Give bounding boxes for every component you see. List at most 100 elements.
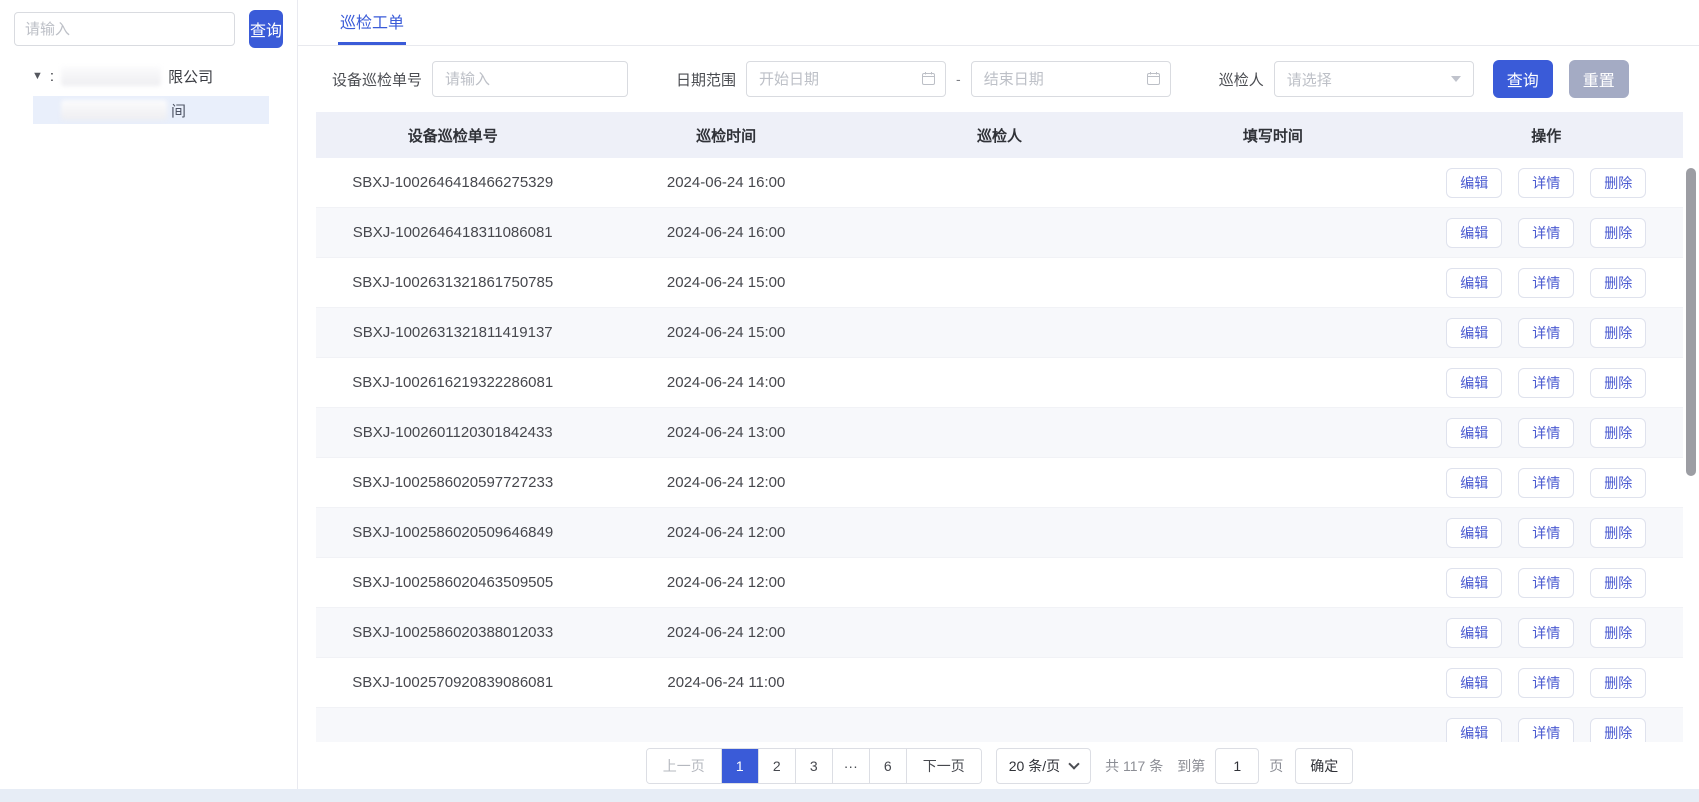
start-date-field xyxy=(746,61,946,97)
start-date-input[interactable] xyxy=(746,61,946,97)
inspection-table: 设备巡检单号 巡检时间 巡检人 填写时间 操作 SBXJ-10026464184… xyxy=(316,112,1683,784)
edit-button[interactable]: 编辑 xyxy=(1446,218,1502,248)
prev-page-button[interactable]: 上一页 xyxy=(647,749,722,783)
total-count-label: 共 117 条 xyxy=(1105,756,1163,776)
edit-button[interactable]: 编辑 xyxy=(1446,368,1502,398)
page-button-2[interactable]: 2 xyxy=(759,749,796,783)
chevron-down-icon xyxy=(1451,76,1461,82)
detail-button[interactable]: 详情 xyxy=(1518,168,1574,198)
edit-button[interactable]: 编辑 xyxy=(1446,468,1502,498)
tree-node-workshop-selected[interactable]: 间 xyxy=(33,96,269,124)
delete-button[interactable]: 删除 xyxy=(1590,618,1646,648)
detail-button[interactable]: 详情 xyxy=(1518,668,1574,698)
delete-button[interactable]: 删除 xyxy=(1590,418,1646,448)
filter-search-button[interactable]: 查询 xyxy=(1493,60,1553,98)
inspector-select-placeholder: 请选择 xyxy=(1287,69,1332,90)
cell-order-no: SBXJ-1002646418466275329 xyxy=(316,174,589,191)
table-row-partial: 编辑 详情 删除 xyxy=(316,708,1683,742)
cell-actions: 编辑 详情 删除 xyxy=(1410,718,1683,742)
goto-confirm-button[interactable]: 确定 xyxy=(1295,748,1353,784)
detail-button[interactable]: 详情 xyxy=(1518,318,1574,348)
col-header-fill-time: 填写时间 xyxy=(1136,125,1409,146)
cell-inspect-time: 2024-06-24 16:00 xyxy=(589,224,862,241)
detail-button[interactable]: 详情 xyxy=(1518,718,1574,742)
detail-button[interactable]: 详情 xyxy=(1518,218,1574,248)
edit-button[interactable]: 编辑 xyxy=(1446,318,1502,348)
edit-button[interactable]: 编辑 xyxy=(1446,668,1502,698)
col-header-actions: 操作 xyxy=(1410,125,1683,146)
page-button-1[interactable]: 1 xyxy=(722,749,759,783)
cell-inspect-time: 2024-06-24 11:00 xyxy=(589,674,862,691)
col-header-inspector: 巡检人 xyxy=(863,125,1136,146)
delete-button[interactable]: 删除 xyxy=(1590,168,1646,198)
edit-button[interactable]: 编辑 xyxy=(1446,168,1502,198)
delete-button[interactable]: 删除 xyxy=(1590,518,1646,548)
sidebar: 查询 ▼ : 限公司 间 xyxy=(0,0,298,789)
cell-actions: 编辑详情删除 xyxy=(1410,418,1683,448)
tree-node-company[interactable]: ▼ : 限公司 xyxy=(0,62,297,90)
inspector-label: 巡检人 xyxy=(1219,69,1264,90)
order-no-input[interactable] xyxy=(432,61,628,97)
goto-page-input[interactable] xyxy=(1215,748,1259,784)
table-row: SBXJ-10025860204635095052024-06-24 12:00… xyxy=(316,558,1683,608)
vertical-scrollbar[interactable] xyxy=(1686,168,1696,476)
detail-button[interactable]: 详情 xyxy=(1518,418,1574,448)
table-body: SBXJ-10026464184662753292024-06-24 16:00… xyxy=(316,158,1683,708)
delete-button[interactable]: 删除 xyxy=(1590,368,1646,398)
delete-button[interactable]: 删除 xyxy=(1590,668,1646,698)
edit-button[interactable]: 编辑 xyxy=(1446,518,1502,548)
page-ellipsis[interactable]: ··· xyxy=(833,749,870,783)
delete-button[interactable]: 删除 xyxy=(1590,568,1646,598)
cell-order-no: SBXJ-1002586020388012033 xyxy=(316,624,589,641)
edit-button[interactable]: 编辑 xyxy=(1446,568,1502,598)
delete-button[interactable]: 删除 xyxy=(1590,218,1646,248)
detail-button[interactable]: 详情 xyxy=(1518,368,1574,398)
delete-button[interactable]: 删除 xyxy=(1590,318,1646,348)
tree-expand-icon[interactable]: ▼ xyxy=(32,70,43,82)
page-button-3[interactable]: 3 xyxy=(796,749,833,783)
order-no-label: 设备巡检单号 xyxy=(332,69,422,90)
tree-node-prefix: : xyxy=(50,68,54,85)
detail-button[interactable]: 详情 xyxy=(1518,568,1574,598)
filter-reset-button[interactable]: 重置 xyxy=(1569,60,1629,98)
cell-order-no: SBXJ-1002616219322286081 xyxy=(316,374,589,391)
inspector-select[interactable]: 请选择 xyxy=(1274,61,1474,97)
cell-inspect-time: 2024-06-24 12:00 xyxy=(589,524,862,541)
tab-inspection-orders[interactable]: 巡检工单 xyxy=(338,0,406,45)
table-row: SBXJ-10025709208390860812024-06-24 11:00… xyxy=(316,658,1683,708)
page-button-6[interactable]: 6 xyxy=(870,749,907,783)
main-content: 巡检工单 设备巡检单号 日期范围 - xyxy=(298,0,1699,789)
cell-order-no: SBXJ-1002586020509646849 xyxy=(316,524,589,541)
cell-order-no: SBXJ-1002631321811419137 xyxy=(316,324,589,341)
tree-node-label: 间 xyxy=(171,100,186,121)
delete-button[interactable]: 删除 xyxy=(1590,468,1646,498)
cell-actions: 编辑详情删除 xyxy=(1410,368,1683,398)
cell-actions: 编辑详情删除 xyxy=(1410,168,1683,198)
delete-button[interactable]: 删除 xyxy=(1590,718,1646,742)
cell-actions: 编辑详情删除 xyxy=(1410,668,1683,698)
detail-button[interactable]: 详情 xyxy=(1518,468,1574,498)
cell-order-no: SBXJ-1002586020597727233 xyxy=(316,474,589,491)
edit-button[interactable]: 编辑 xyxy=(1446,618,1502,648)
detail-button[interactable]: 详情 xyxy=(1518,268,1574,298)
page-size-value: 20 条/页 xyxy=(1009,756,1060,776)
edit-button[interactable]: 编辑 xyxy=(1446,268,1502,298)
table-row: SBXJ-10026162193222860812024-06-24 14:00… xyxy=(316,358,1683,408)
cell-actions: 编辑详情删除 xyxy=(1410,618,1683,648)
sidebar-search-input[interactable] xyxy=(14,12,235,46)
sidebar-search-button[interactable]: 查询 xyxy=(249,10,283,48)
filter-bar: 设备巡检单号 日期范围 - xyxy=(298,46,1699,112)
table-row: SBXJ-10025860205977272332024-06-24 12:00… xyxy=(316,458,1683,508)
pagination: 上一页 1 2 3 ··· 6 下一页 20 条/页 共 117 条 到第 页 … xyxy=(316,748,1683,784)
tree-node-label: 限公司 xyxy=(168,66,213,87)
detail-button[interactable]: 详情 xyxy=(1518,518,1574,548)
table-row: SBXJ-10026464184662753292024-06-24 16:00… xyxy=(316,158,1683,208)
cell-inspect-time: 2024-06-24 16:00 xyxy=(589,174,862,191)
page-size-select[interactable]: 20 条/页 xyxy=(996,748,1091,784)
edit-button[interactable]: 编辑 xyxy=(1446,418,1502,448)
end-date-input[interactable] xyxy=(971,61,1171,97)
edit-button[interactable]: 编辑 xyxy=(1446,718,1502,742)
next-page-button[interactable]: 下一页 xyxy=(907,749,981,783)
delete-button[interactable]: 删除 xyxy=(1590,268,1646,298)
detail-button[interactable]: 详情 xyxy=(1518,618,1574,648)
